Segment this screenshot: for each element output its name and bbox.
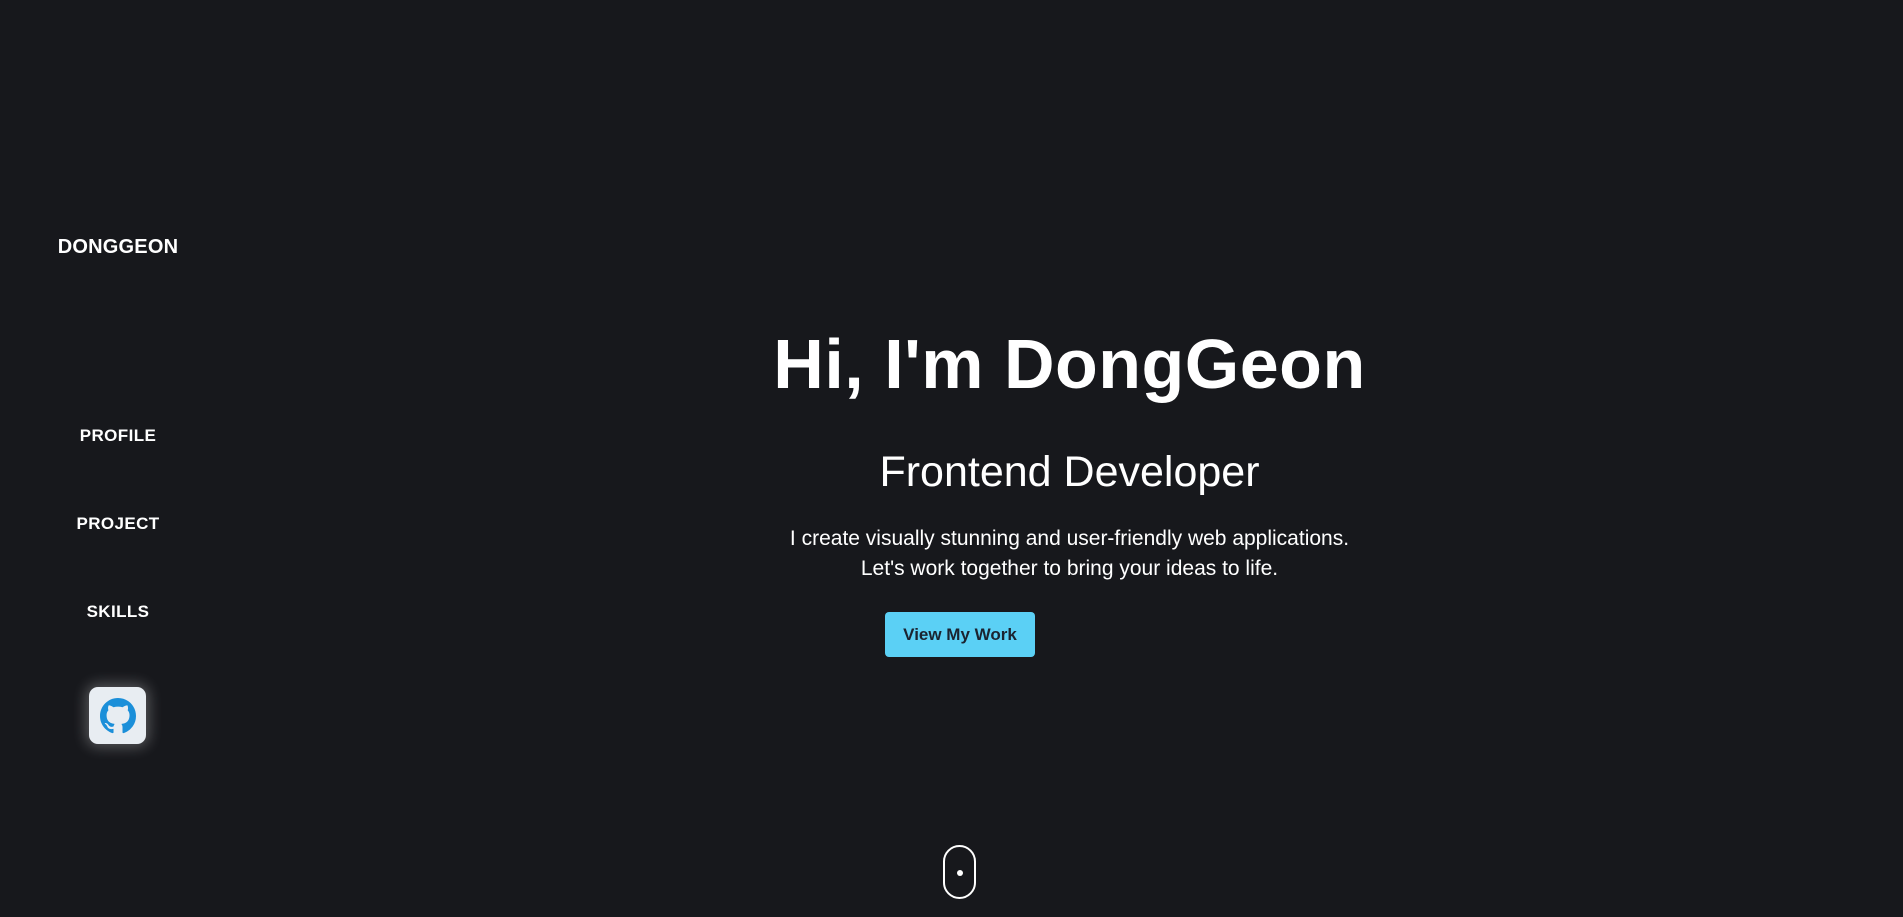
nav-item-profile[interactable]: PROFILE bbox=[0, 426, 236, 446]
hero-description: I create visually stunning and user-frie… bbox=[236, 524, 1903, 584]
view-my-work-button[interactable]: View My Work bbox=[885, 612, 1035, 657]
nav-item-skills[interactable]: SKILLS bbox=[0, 602, 236, 622]
hero-description-line-2: Let's work together to bring your ideas … bbox=[860, 557, 1279, 580]
site-logo[interactable]: DONGGEON bbox=[0, 236, 236, 259]
hero-subtitle: Frontend Developer bbox=[879, 448, 1260, 496]
hero-title: Hi, I'm DongGeon bbox=[773, 325, 1366, 403]
sidebar: DONGGEON PROFILE PROJECT SKILLS bbox=[0, 0, 236, 917]
page: DONGGEON PROFILE PROJECT SKILLS Hi, I'm … bbox=[0, 0, 1903, 917]
mouse-scroll-icon[interactable] bbox=[943, 845, 976, 899]
github-link-button[interactable] bbox=[89, 687, 146, 744]
hero-description-line-1: I create visually stunning and user-frie… bbox=[789, 527, 1350, 550]
nav-item-project[interactable]: PROJECT bbox=[0, 514, 236, 534]
hero-section: Hi, I'm DongGeon Frontend Developer I cr… bbox=[236, 0, 1903, 917]
github-icon bbox=[99, 697, 136, 733]
scroll-wheel-dot bbox=[956, 870, 963, 876]
